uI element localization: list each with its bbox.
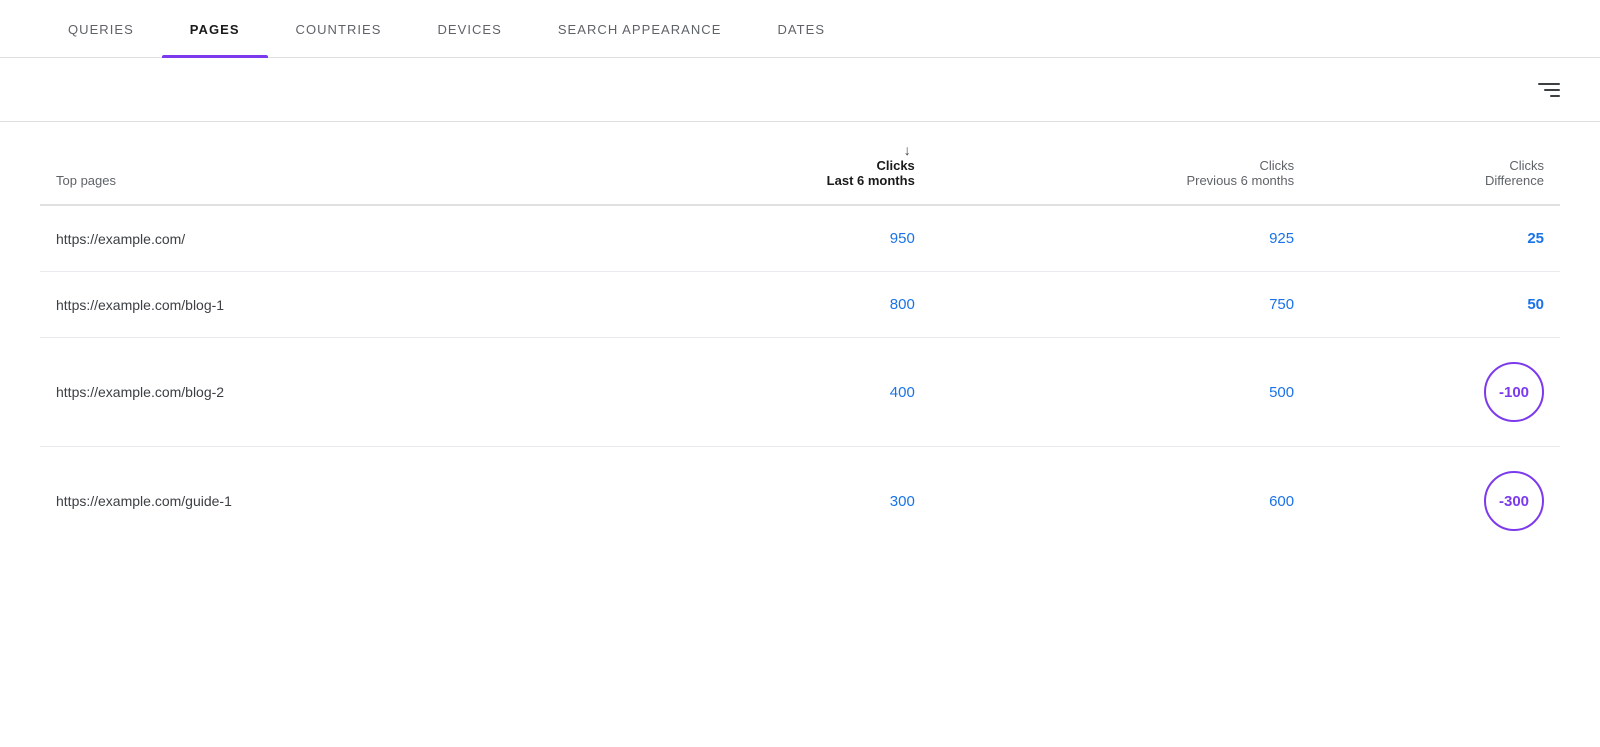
pages-table: Top pages ↓ Clicks Last 6 months Clicks …: [40, 122, 1560, 555]
cell-clicks-diff: 25: [1310, 205, 1560, 272]
tab-pages[interactable]: PAGES: [162, 0, 268, 57]
filter-icon[interactable]: [1538, 83, 1560, 97]
col-header-clicks-last[interactable]: ↓ Clicks Last 6 months: [605, 122, 931, 205]
table-row: https://example.com/guide-1300600-300: [40, 447, 1560, 556]
cell-clicks-diff: 50: [1310, 272, 1560, 338]
cell-clicks-prev: 750: [931, 272, 1310, 338]
cell-clicks-last: 300: [605, 447, 931, 556]
table-container: Top pages ↓ Clicks Last 6 months Clicks …: [0, 122, 1600, 555]
table-row: https://example.com/95092525: [40, 205, 1560, 272]
cell-clicks-prev: 500: [931, 338, 1310, 447]
cell-clicks-last: 400: [605, 338, 931, 447]
cell-clicks-last: 950: [605, 205, 931, 272]
tab-devices[interactable]: DEVICES: [409, 0, 529, 57]
cell-clicks-last: 800: [605, 272, 931, 338]
tab-navigation: QUERIESPAGESCOUNTRIESDEVICESSEARCH APPEA…: [0, 0, 1600, 58]
cell-page: https://example.com/guide-1: [40, 447, 605, 556]
tab-search-appearance[interactable]: SEARCH APPEARANCE: [530, 0, 750, 57]
cell-page: https://example.com/blog-1: [40, 272, 605, 338]
col-header-clicks-diff[interactable]: Clicks Difference: [1310, 122, 1560, 205]
col-header-clicks-prev[interactable]: Clicks Previous 6 months: [931, 122, 1310, 205]
table-row: https://example.com/blog-2400500-100: [40, 338, 1560, 447]
tab-dates[interactable]: DATES: [749, 0, 853, 57]
table-row: https://example.com/blog-180075050: [40, 272, 1560, 338]
cell-page: https://example.com/blog-2: [40, 338, 605, 447]
cell-clicks-prev: 925: [931, 205, 1310, 272]
tab-countries[interactable]: COUNTRIES: [268, 0, 410, 57]
cell-page: https://example.com/: [40, 205, 605, 272]
col-header-page: Top pages: [40, 122, 605, 205]
cell-clicks-prev: 600: [931, 447, 1310, 556]
cell-clicks-diff: -300: [1310, 447, 1560, 556]
cell-clicks-diff: -100: [1310, 338, 1560, 447]
filter-bar: [0, 58, 1600, 122]
tab-queries[interactable]: QUERIES: [40, 0, 162, 57]
